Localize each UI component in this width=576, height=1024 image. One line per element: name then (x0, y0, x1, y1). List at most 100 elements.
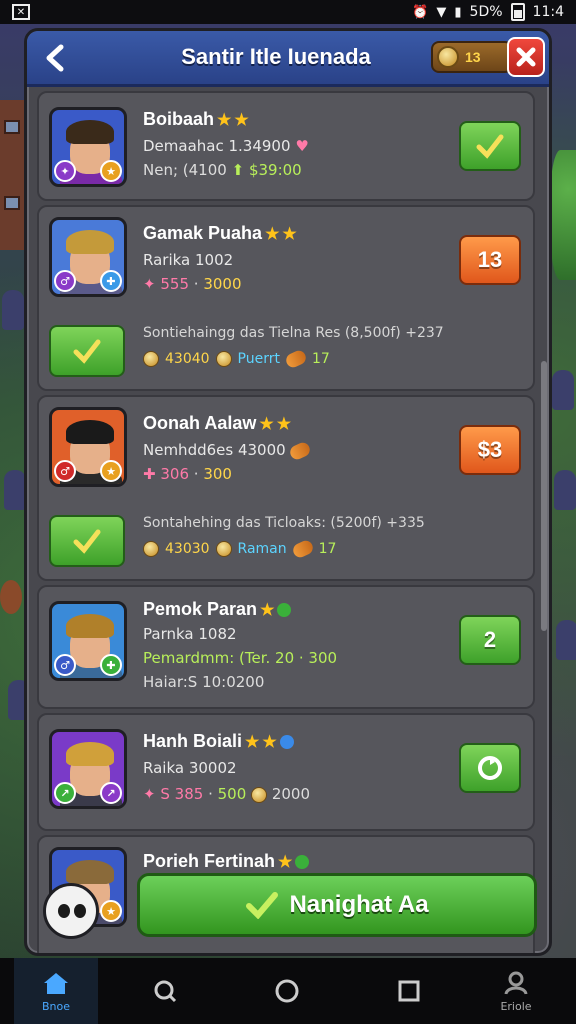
close-button[interactable] (507, 37, 545, 77)
player-name: Porieh Fertinah ★ (143, 851, 310, 872)
rank-badge-icon: ✚ (100, 270, 122, 292)
gem-icon (295, 855, 310, 870)
player-detail: Nemhdd6es 43000 (143, 439, 313, 462)
close-icon (516, 47, 536, 67)
gem-icon (279, 735, 294, 750)
coin-icon (215, 541, 232, 557)
player-avatar: ↗ ↗ (49, 729, 127, 809)
player-detail: Demaahac 1.34900 ♥ (143, 137, 309, 155)
battery-text: 5D% (469, 4, 503, 20)
select-player-button[interactable] (459, 121, 521, 171)
pill-icon (290, 538, 315, 560)
house-window (4, 120, 20, 134)
scrollbar[interactable] (541, 361, 547, 631)
alarm-icon: ⏰ (412, 4, 429, 20)
checkmark-icon (246, 892, 279, 919)
nav-recents[interactable] (384, 958, 434, 1024)
npc-character (556, 620, 576, 660)
panel-header: Santir Itle Iuenada 13 (27, 31, 549, 87)
nav-home-circle[interactable] (262, 958, 312, 1024)
star-icon: ★ (276, 416, 292, 433)
star-pink-icon: ✦ (143, 275, 156, 293)
arrow-up-icon: ⬆ (231, 161, 245, 179)
heart-icon: ♥ (295, 137, 309, 155)
rank-badge-icon: ✚ (100, 654, 122, 676)
select-player-button[interactable]: 2 (459, 615, 521, 665)
star-icon: ★ (259, 416, 274, 433)
star-icon: ★ (245, 734, 260, 751)
checkmark-icon (476, 134, 504, 159)
star-icon: ★ (278, 854, 293, 871)
main-action-label: Nanighat Aa (289, 891, 429, 918)
player-extra: Haiar:S 10:0200 (143, 673, 265, 691)
notification-icon: ✕ (12, 4, 30, 20)
rank-badge-icon: ★ (100, 900, 122, 922)
star-pink-icon: ✦ (143, 785, 156, 803)
signal-icon: ▮ (454, 4, 462, 20)
checkmark-icon (73, 529, 101, 554)
player-name: Oonah Aalaw ★ ★ (143, 413, 292, 433)
nav-profile[interactable]: Eriole (474, 958, 558, 1024)
coin-icon (143, 351, 159, 367)
upgrade-button[interactable]: 13 (459, 235, 521, 285)
player-card[interactable]: ✦ ★ Boibaah ★ ★ Demaahac 1.34900 ♥ Nen; (4… (37, 91, 535, 201)
coin-icon (215, 351, 232, 367)
player-stats: ✦ 555 · 3000 (143, 275, 242, 293)
swap-icon (478, 756, 502, 780)
class-badge-icon: ♂ (54, 460, 76, 482)
rank-badge-icon: ↗ (100, 782, 122, 804)
sub-rewards: 43040 Puerrt 17 (143, 348, 330, 370)
checkmark-icon (73, 339, 101, 364)
search-icon (154, 980, 177, 1003)
nav-search[interactable] (140, 958, 190, 1024)
plus-icon: ✚ (143, 465, 156, 483)
player-detail: Parnka 1082 (143, 625, 237, 643)
player-card[interactable]: ♂ ★ Oonah Aalaw ★ ★ Nemhdd6es 43000 ✚ 306 … (37, 395, 535, 581)
player-name: Hanh Boiali ★ ★ (143, 731, 294, 752)
sub-rewards: 43030 Raman 17 (143, 538, 336, 560)
rank-badge-icon: ★ (100, 160, 122, 182)
square-recents-icon (398, 980, 420, 1002)
bottom-navigation: Bnoe Eriole (0, 958, 576, 1024)
house-window (4, 196, 20, 210)
class-badge-icon: ✦ (54, 160, 76, 182)
sub-description: Sontiehaingg das Tielna Res (8,500f) +23… (143, 325, 444, 341)
player-stats: ✦ S 385 · 500 2000 (143, 785, 311, 803)
player-name: Boibaah ★ ★ (143, 109, 249, 129)
player-stats: Pemardmm: (Ter. 20 · 300 (143, 649, 338, 667)
coin-counter[interactable]: 13 (431, 41, 513, 73)
coin-count: 13 (465, 49, 481, 65)
rank-badge-icon: ★ (100, 460, 122, 482)
coin-icon (251, 786, 268, 803)
upgrade-button[interactable]: $3 (459, 425, 521, 475)
player-name: Gamak Puaha ★ ★ (143, 223, 297, 243)
player-avatar: ♂ ✚ (49, 217, 127, 297)
wifi-icon: ▼ (436, 4, 447, 20)
confirm-sub-button[interactable] (49, 325, 125, 377)
profile-icon (504, 971, 528, 995)
star-icon: ★ (260, 602, 275, 619)
class-badge-icon: ♂ (54, 270, 76, 292)
main-action-button[interactable]: Nanighat Aa (137, 873, 537, 937)
npc-character (552, 370, 574, 410)
swap-player-button[interactable] (459, 743, 521, 793)
confirm-sub-button[interactable] (49, 515, 125, 567)
gem-icon (277, 603, 292, 618)
player-card[interactable]: ↗ ↗ Hanh Boiali ★ ★ Raika 30002 ✦ S 385 · … (37, 713, 535, 831)
player-avatar: ♂ ★ (49, 407, 127, 487)
nav-home[interactable]: Bnoe (14, 958, 98, 1024)
npc-character (2, 290, 24, 330)
mascot-icon[interactable] (43, 883, 99, 939)
player-detail: Rarika 1002 (143, 251, 234, 269)
sub-description: Sontahehing das Ticloaks: (5200f) +335 (143, 515, 425, 531)
player-avatar: ✦ ★ (49, 107, 127, 187)
battery-icon (510, 3, 525, 21)
player-card[interactable]: ♂ ✚ Pemok Paran ★ Parnka 1082 Pemardmm: (… (37, 585, 535, 709)
nav-home-label: Bnoe (41, 999, 70, 1013)
player-name: Pemok Paran ★ (143, 599, 292, 620)
tree (550, 150, 576, 280)
player-card[interactable]: ♂ ✚ Gamak Puaha ★ ★ Rarika 1002 ✦ 555 · 30… (37, 205, 535, 391)
star-icon: ★ (217, 112, 232, 129)
star-icon: ★ (262, 734, 277, 751)
player-stats: ✚ 306 · 300 (143, 465, 232, 483)
